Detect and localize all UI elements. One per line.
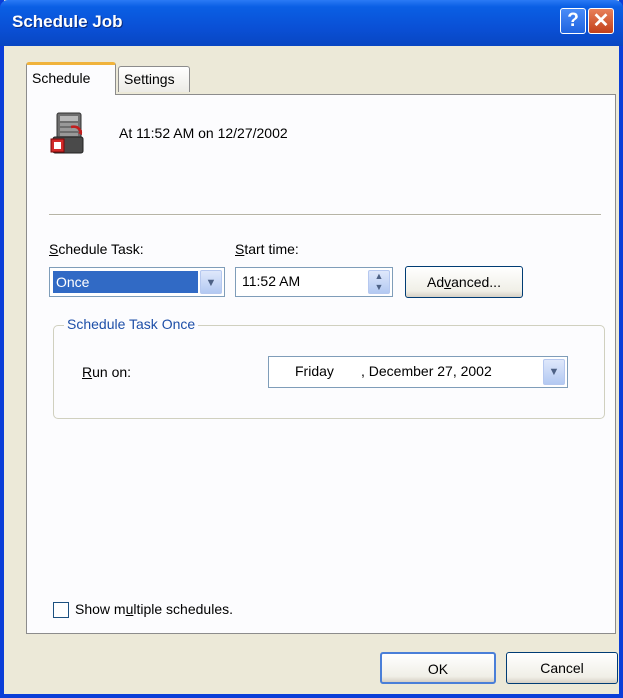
dialog-title: Schedule Job [12, 12, 123, 31]
spin-up-down-icon[interactable]: ▲ ▼ [368, 270, 390, 294]
run-on-label: Run on: [82, 364, 132, 380]
schedule-task-once-group: Schedule Task Once Run on: Friday , Dece… [53, 316, 605, 419]
schedule-summary-text: At 11:52 AM on 12/27/2002 [119, 125, 288, 141]
schedule-task-select[interactable]: Once ▼ [49, 267, 225, 297]
show-multiple-schedules-label[interactable]: Show multiple schedules. [75, 601, 233, 617]
group-title: Schedule Task Once [64, 316, 199, 332]
title-bar[interactable]: Schedule Job ? ✕ [0, 0, 623, 46]
chevron-down-icon[interactable]: ▼ [200, 270, 222, 294]
schedule-task-label: Schedule Task: [49, 241, 144, 257]
start-time-label: Start time: [235, 241, 299, 257]
calendar-dropdown-icon[interactable]: ▼ [543, 359, 565, 385]
scheduled-task-icon [50, 112, 84, 154]
run-on-day[interactable]: Friday [295, 363, 334, 379]
ok-button[interactable]: OK [380, 652, 496, 684]
start-time-field[interactable]: 11:52 AM ▲ ▼ [235, 267, 393, 297]
schedule-tab-panel: At 11:52 AM on 12/27/2002 Schedule Task:… [26, 94, 616, 634]
question-mark-icon: ? [567, 10, 579, 31]
start-time-value: 11:52 AM [242, 273, 301, 289]
tab-settings[interactable]: Settings [118, 66, 190, 92]
run-on-date[interactable]: , December 27, 2002 [361, 363, 492, 379]
tab-schedule[interactable]: Schedule [26, 62, 116, 95]
advanced-button[interactable]: Advanced... [405, 266, 523, 298]
close-icon: ✕ [592, 10, 610, 32]
schedule-task-value: Once [53, 271, 198, 293]
cancel-button[interactable]: Cancel [506, 652, 618, 684]
separator [49, 214, 601, 216]
schedule-job-dialog: Schedule Job ? ✕ Schedule Settings At 11… [0, 0, 623, 698]
help-button[interactable]: ? [560, 8, 586, 34]
run-on-date-picker[interactable]: Friday , December 27, 2002 ▼ [268, 356, 568, 388]
close-button[interactable]: ✕ [588, 8, 614, 34]
show-multiple-schedules-checkbox[interactable] [53, 602, 69, 618]
